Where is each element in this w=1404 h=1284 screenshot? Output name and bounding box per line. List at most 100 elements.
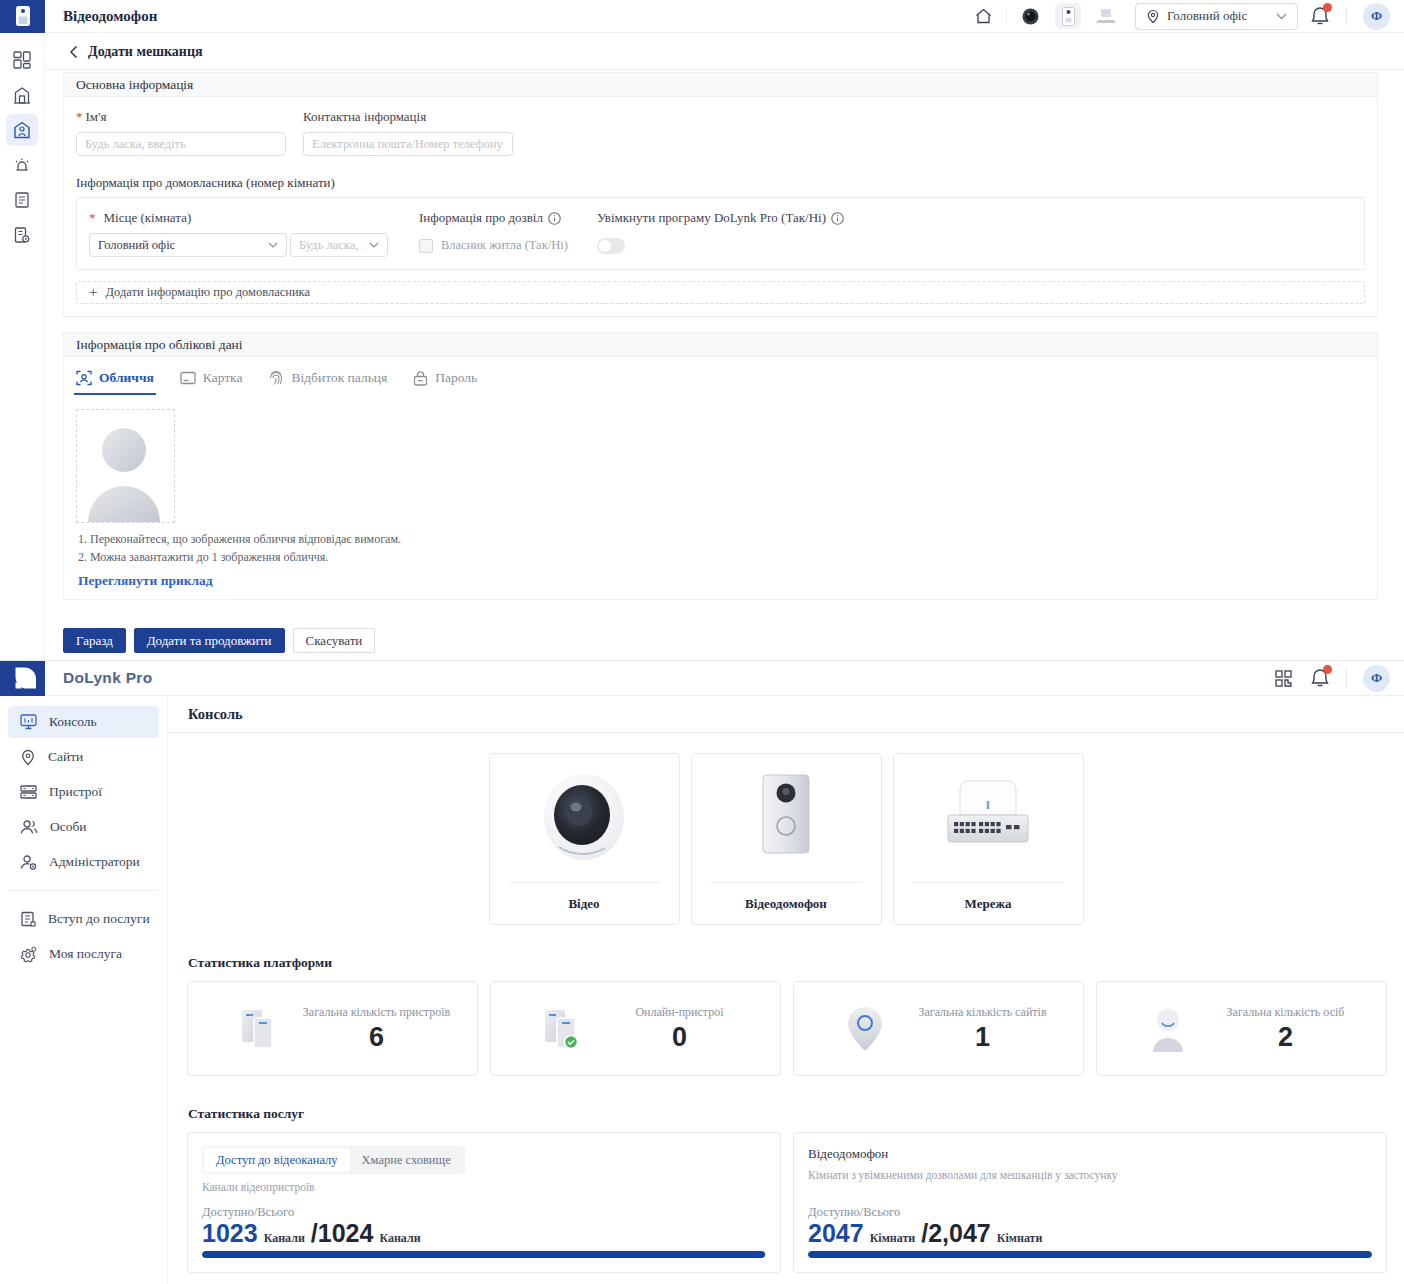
rail-records-icon[interactable] <box>6 184 38 216</box>
service-card-network[interactable]: Мережа <box>893 753 1084 925</box>
owner-section-title: Інформація про домовласника (номер кімна… <box>64 168 1377 197</box>
notification-dot <box>1323 3 1332 12</box>
console-page-title: Консоль <box>168 697 1404 733</box>
add-continue-button[interactable]: Додати та продовжити <box>134 628 285 653</box>
service-stats-title: Статистика послуг <box>188 1106 1404 1122</box>
site-selector[interactable]: Головний офіс <box>1135 3 1298 30</box>
sidebar-item-people[interactable]: Особи <box>8 811 159 843</box>
credentials-title: Інформація про облікові дані <box>64 333 1377 357</box>
persons-icon <box>1145 1004 1191 1054</box>
place-select[interactable]: Головний офіс <box>89 233 287 257</box>
notifications-bell-icon[interactable] <box>1310 5 1330 27</box>
intercom-logo <box>0 0 45 33</box>
total-count: /2,047 <box>921 1219 991 1248</box>
doorbell-logo-icon <box>15 5 31 27</box>
room-select[interactable]: Будь ласка, ... <box>290 233 388 257</box>
avatar-placeholder <box>84 422 168 522</box>
basic-info-card: Основна інформація *Ім'я Контактна інфор… <box>63 72 1378 317</box>
sidebar-item-devices[interactable]: Пристрої <box>8 776 159 808</box>
home-icon[interactable] <box>964 3 1002 29</box>
owner-checkbox[interactable] <box>419 239 433 253</box>
platform-stats-title: Статистика платформи <box>188 955 1404 971</box>
chevron-down-icon <box>369 242 379 248</box>
fingerprint-icon <box>268 370 284 386</box>
stat-value: 1 <box>975 1022 990 1053</box>
permission-label: Інформація про дозвіл <box>419 210 597 226</box>
video-stat-subtitle: Канали відеопристроїв <box>202 1181 766 1193</box>
cancel-button[interactable]: Скасувати <box>293 628 376 653</box>
back-icon[interactable] <box>69 45 78 59</box>
stat-label: Загальна кількість осіб <box>1227 1005 1345 1020</box>
sidebar-item-admins[interactable]: Адміністратори <box>8 846 159 878</box>
video-service-stat-card: Доступ до відеоканалу Хмарне сховище Кан… <box>187 1132 781 1273</box>
stat-label: Загальна кількість сайтів <box>918 1005 1046 1020</box>
service-card-label: Мережа <box>912 882 1065 924</box>
ratio-label: Доступно/Всього <box>808 1205 900 1220</box>
plus-icon: + <box>89 285 97 300</box>
tab-card[interactable]: Картка <box>180 370 243 395</box>
service-card-intercom[interactable]: Відеодомофон <box>691 753 882 925</box>
tab-face[interactable]: Обличчя <box>76 370 154 395</box>
app-toggle[interactable] <box>597 238 625 254</box>
rail-building-icon[interactable] <box>6 79 38 111</box>
dolynk-app: DoLynk Pro Ф Консоль Сайти <box>0 660 1404 1284</box>
chevron-down-icon <box>1276 13 1287 20</box>
add-owner-info-button[interactable]: + Додати інформацію про домовласника <box>76 281 1365 304</box>
intercom-service-stat-card: Відеодомофон Кімнати з увімкненими дозво… <box>793 1132 1387 1273</box>
sidebar-item-my-service[interactable]: Моя послуга <box>8 938 159 970</box>
rail-settings-icon[interactable] <box>6 219 38 251</box>
tab-password[interactable]: Пароль <box>413 370 477 395</box>
page-title: Додати мешканця <box>88 44 203 60</box>
rail-residents-icon[interactable] <box>6 114 38 146</box>
rail-alarm-icon[interactable] <box>6 149 38 181</box>
owner-checkbox-label: Власник житла (Так/Ні) <box>441 238 568 253</box>
sidebar-item-sites[interactable]: Сайти <box>8 741 159 773</box>
qr-code-icon[interactable] <box>1264 665 1302 691</box>
ok-button[interactable]: Гаразд <box>63 628 126 653</box>
stat-card-devices: Загальна кількість пристроїв 6 <box>187 981 478 1076</box>
user-avatar[interactable]: Ф <box>1363 3 1390 30</box>
rail-dashboard-icon[interactable] <box>6 44 38 76</box>
stat-value: 6 <box>369 1022 384 1053</box>
notifications-bell-icon[interactable] <box>1310 667 1330 689</box>
online-devices-icon <box>539 1004 585 1054</box>
info-icon <box>831 212 844 225</box>
available-unit: Канали <box>264 1231 305 1246</box>
face-upload-box[interactable] <box>76 409 175 523</box>
total-unit: Кімнати <box>997 1231 1043 1246</box>
service-card-label: Відеодомофон <box>710 882 863 924</box>
available-count: 2047 <box>808 1219 864 1248</box>
service-card-label: Відео <box>508 882 661 924</box>
intercom-stat-title: Відеодомофон <box>808 1146 1372 1162</box>
tab-video-channel-access[interactable]: Доступ до відеоканалу <box>204 1148 350 1172</box>
admin-icon <box>20 854 37 870</box>
intercom-app: Відеодомофон Головний офіс <box>0 0 1404 660</box>
app-title: Відеодомофон <box>63 8 157 25</box>
dolynk-logo <box>0 661 45 696</box>
video-app-icon[interactable] <box>1011 3 1049 29</box>
sidebar-item-service-intro[interactable]: Вступ до послуги <box>8 903 159 935</box>
stat-card-persons: Загальна кількість осіб 2 <box>1096 981 1387 1076</box>
intercom-progress-bar <box>808 1251 1372 1258</box>
tab-cloud-storage[interactable]: Хмарне сховище <box>350 1148 463 1172</box>
service-card-video[interactable]: Відео <box>489 753 680 925</box>
intercom-app-icon[interactable] <box>1049 3 1087 29</box>
place-label: *Місце (кімната) <box>89 210 419 226</box>
info-icon <box>548 212 561 225</box>
contact-label: Контактна інформація <box>303 109 513 125</box>
devices-icon <box>236 1004 282 1054</box>
network-app-icon[interactable] <box>1087 3 1125 29</box>
name-label: *Ім'я <box>76 109 286 125</box>
contact-input[interactable] <box>303 132 513 156</box>
sidebar-item-console[interactable]: Консоль <box>8 706 159 738</box>
basic-info-title: Основна інформація <box>64 73 1377 97</box>
ratio-label: Доступно/Всього <box>202 1205 294 1220</box>
tab-fingerprint[interactable]: Відбиток пальця <box>268 370 387 395</box>
card-icon <box>180 371 196 385</box>
app-toggle-label: Увімкнути програму DoLynk Pro (Так/Ні) <box>597 210 844 226</box>
sites-pin-icon <box>842 1003 888 1055</box>
user-avatar[interactable]: Ф <box>1363 665 1390 692</box>
view-example-link[interactable]: Переглянути приклад <box>78 573 213 589</box>
name-input[interactable] <box>76 132 286 156</box>
console-icon <box>20 714 37 730</box>
